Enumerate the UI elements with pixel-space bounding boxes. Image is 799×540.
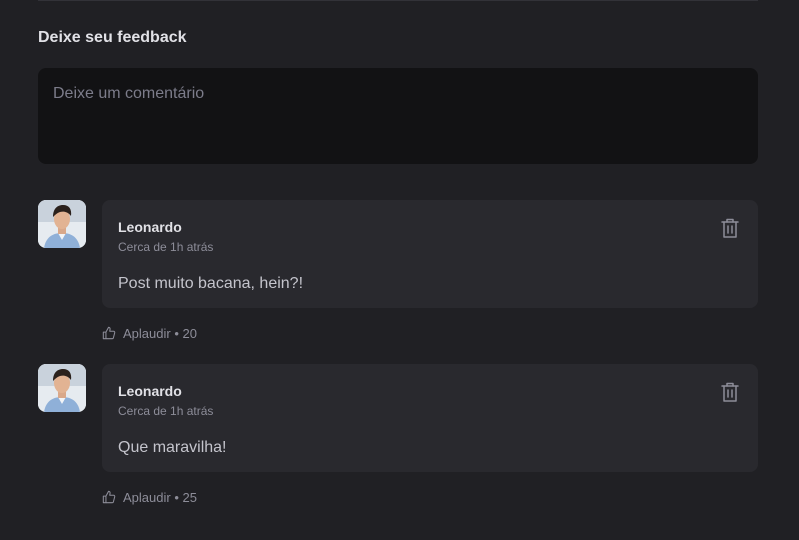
feedback-title: Deixe seu feedback: [38, 29, 187, 46]
delete-comment-button[interactable]: [718, 380, 742, 404]
delete-comment-button[interactable]: [718, 216, 742, 240]
avatar-image: [38, 200, 86, 248]
applaud-label: Aplaudir: [123, 489, 171, 505]
comment-time: Cerca de 1h atrás: [118, 404, 214, 418]
applaud-label: Aplaudir: [123, 325, 171, 341]
applaud-button[interactable]: Aplaudir • 25: [102, 488, 197, 506]
applaud-separator: •: [174, 325, 179, 341]
comment-text: Que maravilha!: [118, 439, 227, 456]
applaud-separator: •: [174, 489, 179, 505]
trash-icon: [721, 218, 739, 238]
comment-text: Post muito bacana, hein?!: [118, 275, 304, 292]
comment-box: Leonardo Cerca de 1h atrás Que maravilha…: [102, 364, 758, 472]
avatar-image: [38, 364, 86, 412]
avatar[interactable]: [38, 364, 86, 412]
comment-time: Cerca de 1h atrás: [118, 240, 214, 254]
avatar[interactable]: [38, 200, 86, 248]
top-divider: [38, 0, 758, 1]
thumbs-up-icon: [102, 490, 116, 504]
comment: Leonardo Cerca de 1h atrás Post muito ba…: [38, 200, 758, 350]
applaud-count: 25: [182, 489, 197, 505]
author-name: Leonardo: [118, 383, 182, 399]
applaud-button[interactable]: Aplaudir • 20: [102, 324, 197, 342]
author-name: Leonardo: [118, 219, 182, 235]
comment-box: Leonardo Cerca de 1h atrás Post muito ba…: [102, 200, 758, 308]
applaud-count: 20: [182, 325, 197, 341]
comment-input[interactable]: [38, 68, 758, 164]
trash-icon: [721, 382, 739, 402]
comment: Leonardo Cerca de 1h atrás Que maravilha…: [38, 364, 758, 514]
thumbs-up-icon: [102, 326, 116, 340]
